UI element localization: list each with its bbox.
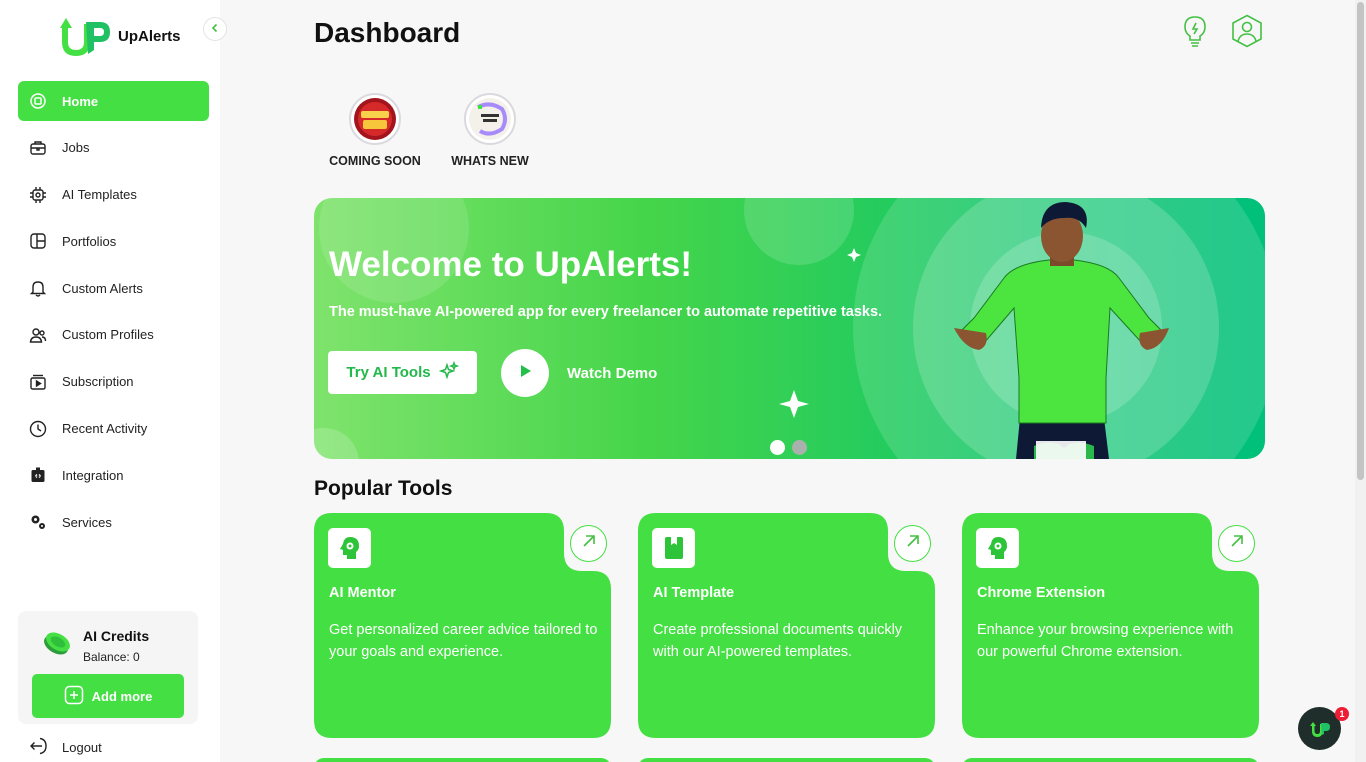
sidebar-item-integration[interactable]: Integration (18, 455, 209, 495)
sidebar-item-label: Subscription (62, 374, 134, 390)
sidebar-item-label: AI Templates (62, 187, 137, 203)
story-label: WHATS NEW (451, 154, 529, 168)
add-more-label: Add more (91, 688, 153, 704)
carousel-dot-2[interactable] (792, 440, 807, 455)
banner-subtitle: The must-have AI-powered app for every f… (329, 304, 883, 320)
tool-description: Get personalized career advice tailored … (329, 622, 598, 660)
next-row-card-peek (962, 758, 1259, 762)
brand-name: UpAlerts (118, 27, 181, 45)
open-tool-button[interactable] (570, 525, 607, 562)
sidebar-item-recent-activity[interactable]: Recent Activity (18, 409, 209, 449)
sidebar-item-label: Custom Alerts (62, 280, 143, 296)
upalerts-logo-icon (60, 18, 110, 56)
banner-title: Welcome to UpAlerts! (329, 245, 693, 284)
ai-credits-card: AI Credits Balance: 0 Add more (18, 611, 198, 724)
tool-card-ai-mentor[interactable]: AI Mentor Get personalized career advice… (314, 513, 611, 738)
logout-label: Logout (62, 740, 102, 755)
tool-description: Create professional documents quickly wi… (653, 622, 903, 660)
logout-button[interactable]: Logout (28, 736, 102, 759)
tool-card-chrome-extension[interactable]: Chrome Extension Enhance your browsing e… (962, 513, 1259, 738)
plus-square-icon (64, 685, 84, 708)
clock-icon (28, 419, 48, 439)
arrow-up-right-icon (905, 533, 921, 554)
tool-title: AI Template (653, 585, 735, 601)
credits-title: AI Credits (83, 628, 150, 644)
briefcase-icon (28, 138, 48, 158)
chevron-left-icon (210, 20, 220, 38)
play-icon (516, 362, 534, 385)
scrollbar-thumb[interactable] (1357, 2, 1364, 480)
popular-tools-heading: Popular Tools (314, 477, 453, 500)
open-tool-button[interactable] (894, 525, 931, 562)
story-avatar (464, 93, 516, 145)
home-icon (28, 91, 48, 111)
bookmark-doc-icon (652, 528, 695, 568)
watch-demo-play-button[interactable] (501, 349, 549, 397)
user-hexagon-icon (1231, 14, 1263, 53)
ai-chip-icon (28, 185, 48, 205)
sidebar-item-label: Jobs (62, 140, 90, 156)
next-row-card-peek (314, 758, 611, 762)
brand-logo[interactable]: UpAlerts (56, 16, 181, 56)
logout-icon (28, 736, 48, 759)
credits-coins-icon (44, 632, 70, 655)
add-more-credits-button[interactable]: Add more (32, 674, 184, 718)
bell-icon (28, 278, 48, 298)
carousel-dots (770, 440, 807, 455)
gears-icon (28, 512, 48, 532)
arrow-up-right-icon (1229, 533, 1245, 554)
try-ai-tools-button[interactable]: Try AI Tools (328, 351, 477, 394)
sidebar-item-custom-alerts[interactable]: Custom Alerts (18, 268, 209, 308)
watch-demo-link[interactable]: Watch Demo (567, 365, 657, 382)
notification-badge: 1 (1335, 707, 1349, 721)
sidebar-item-jobs[interactable]: Jobs (18, 128, 209, 168)
story-coming-soon[interactable]: COMING SOON (315, 93, 435, 168)
head-gear-icon (976, 528, 1019, 568)
users-icon (28, 325, 48, 345)
page-scrollbar[interactable] (1355, 0, 1366, 762)
credits-balance: Balance: 0 (83, 650, 140, 664)
banner-decoration (314, 198, 1265, 459)
sidebar-item-ai-templates[interactable]: AI Templates (18, 175, 209, 215)
sidebar-item-portfolios[interactable]: Portfolios (18, 221, 209, 261)
sidebar-item-label: Custom Profiles (62, 327, 154, 343)
coming-soon-badge-icon (354, 98, 396, 140)
sidebar-item-label: Home (62, 93, 99, 109)
sidebar-item-home[interactable]: Home (18, 81, 209, 121)
lightbulb-icon (1182, 15, 1208, 52)
integration-icon (28, 465, 48, 485)
next-row-card-peek (638, 758, 935, 762)
tool-description: Enhance your browsing experience with ou… (977, 622, 1234, 660)
story-label: COMING SOON (329, 154, 421, 168)
head-gear-icon (328, 528, 371, 568)
carousel-dot-1[interactable] (770, 440, 785, 455)
sidebar-item-custom-profiles[interactable]: Custom Profiles (18, 315, 209, 355)
page-title: Dashboard (314, 17, 461, 48)
sidebar: UpAlerts Home Jobs AI Templates Portfoli… (0, 0, 220, 762)
story-whats-new[interactable]: WHATS NEW (430, 93, 550, 168)
welcome-banner: Welcome to UpAlerts! The must-have AI-po… (314, 198, 1265, 459)
sidebar-item-subscription[interactable]: Subscription (18, 362, 209, 402)
whats-new-badge-icon (469, 98, 511, 140)
sparkles-icon (438, 360, 459, 385)
open-tool-button[interactable] (1218, 525, 1255, 562)
sidebar-item-label: Recent Activity (62, 421, 148, 437)
tool-title: Chrome Extension (977, 585, 1106, 601)
story-avatar (349, 93, 401, 145)
portfolio-grid-icon (28, 231, 48, 251)
collapse-sidebar-button[interactable] (203, 17, 227, 41)
subscription-icon (28, 372, 48, 392)
profile-button[interactable] (1230, 14, 1264, 53)
sidebar-item-label: Integration (62, 467, 124, 483)
sidebar-nav: Home Jobs AI Templates Portfolios Custom… (18, 81, 209, 549)
lightbulb-button[interactable] (1178, 15, 1212, 52)
tool-title: AI Mentor (329, 585, 396, 601)
sidebar-item-label: Services (62, 514, 112, 530)
sidebar-item-services[interactable]: Services (18, 502, 209, 542)
sidebar-item-label: Portfolios (62, 233, 117, 249)
tool-card-ai-template[interactable]: AI Template Create professional document… (638, 513, 935, 738)
upalerts-chat-icon (1309, 721, 1330, 737)
try-ai-tools-label: Try AI Tools (346, 364, 431, 381)
arrow-up-right-icon (581, 533, 597, 554)
